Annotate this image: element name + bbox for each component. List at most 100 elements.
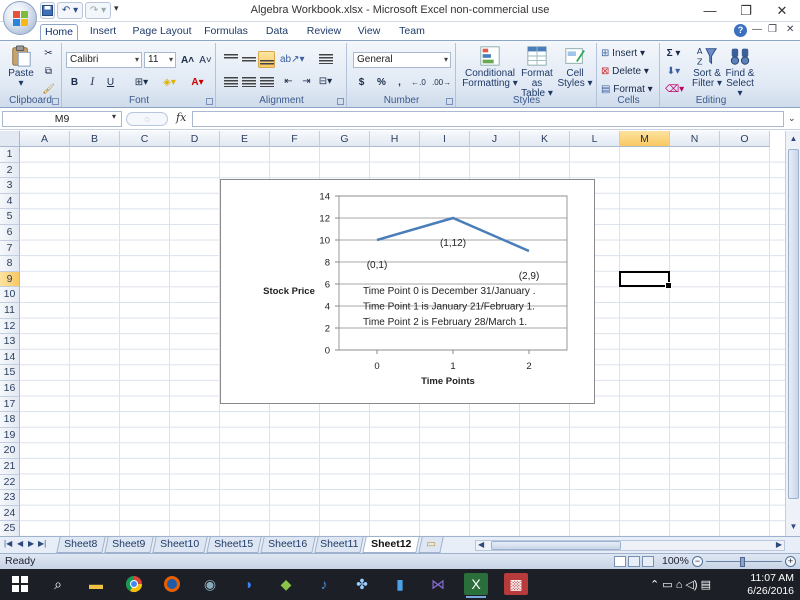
first-sheet-icon[interactable]: |◀ [4, 539, 12, 548]
orientation-icon[interactable]: ab↗▾ [280, 51, 305, 68]
grow-font-button[interactable]: A˄ [179, 52, 196, 69]
sheet-tab[interactable]: Sheet15 [206, 537, 262, 553]
column-header-n[interactable]: N [670, 131, 720, 147]
row-header-22[interactable]: 22 [0, 474, 20, 491]
save-icon[interactable] [40, 2, 55, 19]
cut-icon[interactable]: ✂ [40, 45, 57, 62]
align-top-icon[interactable] [222, 51, 239, 68]
sheet-tab[interactable]: Sheet9 [104, 537, 154, 553]
alignment-dialog-launcher[interactable] [337, 98, 344, 105]
tab-data[interactable]: Data [260, 24, 294, 40]
expand-formula-bar-icon[interactable]: ⌄ [788, 113, 796, 124]
font-name-select[interactable]: Calibri [66, 52, 142, 68]
percent-button[interactable]: % [373, 74, 390, 91]
column-header-j[interactable]: J [470, 131, 520, 147]
tab-page-layout[interactable]: Page Layout [131, 24, 193, 40]
sheet-tab[interactable]: Sheet10 [152, 537, 208, 553]
qat-customize-button[interactable]: ▾ [114, 3, 119, 14]
normal-view-icon[interactable] [614, 556, 626, 567]
next-sheet-icon[interactable]: ▶ [28, 539, 34, 548]
italic-button[interactable]: I [84, 74, 101, 91]
name-box-dropdown-icon[interactable]: ▾ [112, 112, 116, 121]
row-header-16[interactable]: 16 [0, 381, 20, 397]
row-header-6[interactable]: 6 [0, 225, 20, 241]
row-header-23[interactable]: 23 [0, 490, 20, 506]
insert-sheet-icon[interactable]: ▭ [418, 537, 444, 553]
decrease-indent-icon[interactable]: ⇤ [280, 73, 297, 90]
row-header-20[interactable]: 20 [0, 443, 20, 459]
currency-button[interactable]: $ [353, 74, 370, 91]
system-tray-icons[interactable]: ⌃ ▭ ⌂ ◁) ▤ [650, 578, 730, 591]
select-all-corner[interactable] [0, 131, 20, 147]
column-header-l[interactable]: L [570, 131, 620, 147]
underline-button[interactable]: U [102, 74, 119, 91]
visual-studio-icon[interactable]: ⋈ [426, 573, 450, 595]
app-icon[interactable]: ▮ [388, 573, 412, 595]
office-button[interactable] [3, 1, 37, 35]
tab-team[interactable]: Team [394, 24, 430, 40]
app-icon[interactable]: ◑ [236, 573, 260, 595]
tab-insert[interactable]: Insert [82, 24, 124, 40]
comma-button[interactable]: , [391, 74, 408, 91]
column-header-d[interactable]: D [170, 131, 220, 147]
row-header-10[interactable]: 10 [0, 287, 20, 303]
merge-center-icon[interactable]: ⊟▾ [317, 73, 334, 90]
search-icon[interactable]: ⌕ [46, 573, 70, 595]
row-header-8[interactable]: 8 [0, 256, 20, 272]
sheet-tab[interactable]: Sheet16 [260, 537, 316, 553]
insert-function-icon[interactable]: fx [176, 111, 186, 124]
row-header-2[interactable]: 2 [0, 162, 20, 179]
prev-sheet-icon[interactable]: ◀ [17, 539, 23, 548]
chart-object[interactable]: 0 2 4 6 8 10 12 14 0 1 2 (0,1) (1,12) (2,9) Stock Pric… [220, 179, 595, 404]
wrap-text-icon[interactable] [317, 51, 334, 68]
scroll-down-icon[interactable]: ▼ [788, 521, 799, 533]
app-icon[interactable]: ♪ [312, 573, 336, 595]
scroll-right-icon[interactable]: ▶ [776, 540, 782, 549]
row-header-9[interactable]: 9 [0, 271, 20, 288]
help-icon[interactable]: ? [734, 24, 747, 37]
worksheet[interactable]: ABCDEFGHIJKLMNO 1 2 3 4 5 6 7 8 9 10 11 12 13 14 15 16 1… [0, 131, 785, 536]
doc-restore-button[interactable]: ❐ [768, 24, 777, 35]
minimize-button[interactable]: — [692, 0, 728, 22]
clock-date[interactable]: 6/26/2016 [730, 585, 794, 597]
align-bottom-icon[interactable] [258, 51, 275, 68]
increase-decimal-button[interactable]: ←.0 [410, 74, 427, 91]
sheet-tab[interactable]: Sheet8 [56, 537, 106, 553]
app-icon[interactable]: ▩ [504, 573, 528, 595]
last-sheet-icon[interactable]: ▶| [38, 539, 46, 548]
tab-view[interactable]: View [352, 24, 386, 40]
app-icon[interactable]: ◆ [274, 573, 298, 595]
number-format-select[interactable]: General [353, 52, 451, 68]
find-select-button[interactable]: Find & Select ▾ [723, 45, 757, 99]
row-header-19[interactable]: 19 [0, 427, 20, 444]
sheet-tab[interactable]: Sheet11 [314, 537, 364, 553]
column-header-e[interactable]: E [220, 131, 270, 147]
undo-button[interactable]: ↶ ▾ [57, 2, 83, 19]
column-header-g[interactable]: G [320, 131, 370, 147]
scroll-left-icon[interactable]: ◀ [478, 540, 484, 549]
tab-review[interactable]: Review [302, 24, 346, 40]
row-header-3[interactable]: 3 [0, 178, 20, 194]
horizontal-scrollbar[interactable]: ◀ ▶ [475, 540, 785, 551]
align-left-icon[interactable] [222, 73, 239, 90]
insert-cells-button[interactable]: ⊞ Insert ▾ [601, 45, 658, 62]
align-right-icon[interactable] [258, 73, 275, 90]
page-break-view-icon[interactable] [642, 556, 654, 567]
delete-cells-button[interactable]: ⊠ Delete ▾ [601, 63, 658, 80]
row-header-12[interactable]: 12 [0, 318, 20, 335]
row-header-1[interactable]: 1 [0, 147, 20, 163]
zoom-in-icon[interactable]: + [785, 556, 796, 567]
row-header-15[interactable]: 15 [0, 365, 20, 381]
fill-icon[interactable]: ⬇▾ [665, 63, 682, 80]
row-header-4[interactable]: 4 [0, 193, 20, 210]
zoom-level[interactable]: 100% [662, 554, 689, 569]
row-header-5[interactable]: 5 [0, 209, 20, 225]
column-header-b[interactable]: B [70, 131, 120, 147]
bold-button[interactable]: B [66, 74, 83, 91]
formula-input[interactable] [192, 111, 784, 127]
shrink-font-button[interactable]: A˅ [197, 52, 214, 69]
tab-home[interactable]: Home [40, 24, 78, 40]
page-layout-view-icon[interactable] [628, 556, 640, 567]
redo-button[interactable]: ↷ ▾ [85, 2, 111, 19]
row-header-21[interactable]: 21 [0, 459, 20, 475]
